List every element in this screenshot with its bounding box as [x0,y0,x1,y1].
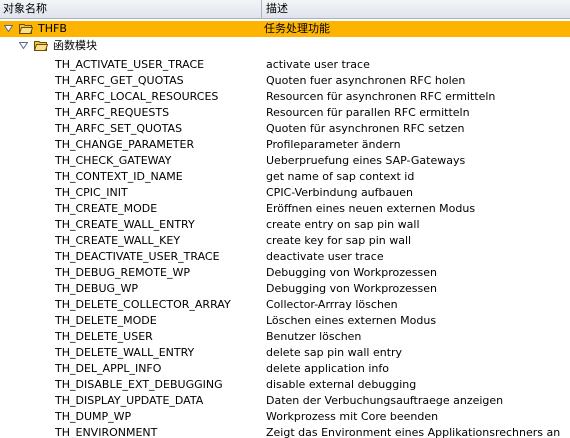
column-header-name[interactable]: 对象名称 [0,0,262,18]
function-module-name: TH_CREATE_WALL_KEY [55,234,181,247]
function-module-description: Quoten für asynchronen RFC setzen [266,122,465,135]
function-module-name: TH_ENVIRONMENT [55,426,158,438]
tree-leaf-row[interactable]: TH_CHANGE_PARAMETER Profileparameter änd… [0,137,570,153]
tree-leaf-row[interactable]: TH_DELETE_COLLECTOR_ARRAY Collector-Arrr… [0,297,570,313]
tree-leaf-row[interactable]: TH_DELETE_USER Benutzer löschen [0,329,570,345]
tree-leaf-row[interactable]: TH_ACTIVATE_USER_TRACE activate user tra… [0,57,570,73]
function-module-description: delete application info [266,362,389,375]
folder-open-icon [19,24,33,34]
tree-leaf-row[interactable]: TH_DISABLE_EXT_DEBUGGING disable externa… [0,377,570,393]
function-module-description: Collector-Arrray löschen [266,298,398,311]
function-module-name: TH_DEACTIVATE_USER_TRACE [55,250,220,263]
function-module-name: TH_DELETE_COLLECTOR_ARRAY [55,298,231,311]
function-module-description: Quoten fuer asynchronen RFC holen [266,74,466,87]
tree-leaf-row[interactable]: TH_DEBUG_REMOTE_WP Debugging von Workpro… [0,265,570,281]
function-module-name: TH_DEBUG_WP [55,282,139,295]
function-module-description: Debugging von Workprozessen [266,266,437,279]
function-module-name: TH_CHANGE_PARAMETER [55,138,195,151]
function-module-description: Resourcen für asynchronen RFC ermitteln [266,90,496,103]
function-module-description: create key for sap pin wall [266,234,412,247]
function-module-name: TH_DELETE_WALL_ENTRY [55,346,195,359]
function-module-description: activate user trace [266,58,370,71]
expand-triangle-icon[interactable] [4,25,13,32]
function-module-name: TH_DEL_APPL_INFO [55,362,162,375]
function-module-description: deactivate user trace [266,250,384,263]
function-module-description: delete sap pin wall entry [266,346,403,359]
tree-leaf-row[interactable]: TH_DELETE_MODE Löschen eines externen Mo… [0,313,570,329]
column-header-description[interactable]: 描述 [263,0,570,18]
function-module-name: TH_CONTEXT_ID_NAME [55,170,183,183]
function-module-name: TH_CHECK_GATEWAY [55,154,172,167]
tree-leaf-row[interactable]: TH_CHECK_GATEWAY Ueberpruefung eines SAP… [0,153,570,169]
tree-leaf-row[interactable]: TH_CREATE_WALL_ENTRY create entry on sap… [0,217,570,233]
tree-leaf-row[interactable]: TH_DEACTIVATE_USER_TRACE deactivate user… [0,249,570,265]
root-node-description: 任务处理功能 [264,22,330,35]
tree-leaf-row[interactable]: TH_CREATE_MODE Eröffnen eines neuen exte… [0,201,570,217]
function-module-name: TH_DUMP_WP [55,410,132,423]
function-module-name: TH_DELETE_MODE [55,314,157,327]
tree-leaf-row[interactable]: TH_ENVIRONMENT Zeigt das Environment ein… [0,425,570,438]
function-module-name: TH_ARFC_GET_QUOTAS [55,74,184,87]
function-module-description: Workprozess mit Core beenden [266,410,439,423]
function-module-name: TH_CREATE_MODE [55,202,158,215]
tree-leaf-row[interactable]: TH_DEL_APPL_INFO delete application info [0,361,570,377]
tree-leaf-row[interactable]: TH_CPIC_INIT CPIC-Verbindung aufbauen [0,185,570,201]
folder-open-icon [34,41,48,51]
function-module-description: Resourcen für parallen RFC ermitteln [266,106,470,119]
function-module-description: CPIC-Verbindung aufbauen [266,186,413,199]
function-module-name: TH_ARFC_LOCAL_RESOURCES [55,90,219,103]
function-module-name: TH_ARFC_REQUESTS [55,106,170,119]
function-module-name: TH_DISABLE_EXT_DEBUGGING [55,378,223,391]
function-module-name: TH_CREATE_WALL_ENTRY [55,218,195,231]
function-module-description: Ueberpruefung eines SAP-Gateways [266,154,466,167]
tree-leaf-row[interactable]: TH_ARFC_LOCAL_RESOURCES Resourcen für as… [0,89,570,105]
expand-triangle-icon[interactable] [19,42,28,49]
tree-leaf-row[interactable]: TH_DISPLAY_UPDATE_DATA Daten der Verbuch… [0,393,570,409]
tree-node-root[interactable]: THFB 任务处理功能 [0,21,570,37]
tree-leaf-row[interactable]: TH_DUMP_WP Workprozess mit Core beenden [0,409,570,425]
function-module-name: TH_ARFC_SET_QUOTAS [55,122,183,135]
function-module-description: get name of sap context id [266,170,415,183]
object-tree: 对象名称 描述 THFB 任务处理功能 函数模块 TH_ACTIVATE_USE… [0,0,570,438]
tree-leaf-row[interactable]: TH_CONTEXT_ID_NAME get name of sap conte… [0,169,570,185]
function-module-name: TH_DISPLAY_UPDATE_DATA [55,394,204,407]
function-module-description: create entry on sap pin wall [266,218,420,231]
function-module-description: Eröffnen eines neuen externen Modus [266,202,476,215]
function-module-name: TH_ACTIVATE_USER_TRACE [55,58,205,71]
tree-leaf-row[interactable]: TH_ARFC_SET_QUOTAS Quoten für asynchrone… [0,121,570,137]
tree-leaf-row[interactable]: TH_DELETE_WALL_ENTRY delete sap pin wall… [0,345,570,361]
function-module-description: Benutzer löschen [266,330,362,343]
group-node-label: 函数模块 [53,39,97,52]
tree-leaf-row[interactable]: TH_DEBUG_WP Debugging von Workprozessen [0,281,570,297]
tree-leaf-row[interactable]: TH_ARFC_REQUESTS Resourcen für parallen … [0,105,570,121]
tree-leaf-row[interactable]: TH_CREATE_WALL_KEY create key for sap pi… [0,233,570,249]
tree-leaf-row[interactable]: TH_ARFC_GET_QUOTAS Quoten fuer asynchron… [0,73,570,89]
function-module-description: Löschen eines externen Modus [266,314,437,327]
function-module-name: TH_CPIC_INIT [55,186,128,199]
function-module-description: Debugging von Workprozessen [266,282,437,295]
tree-node-function-modules[interactable]: 函数模块 [0,38,570,54]
root-node-label: THFB [38,22,67,35]
function-module-description: Profileparameter ändern [266,138,401,151]
function-module-description: Zeigt das Environment eines Applikations… [266,426,561,438]
function-module-description: disable external debugging [266,378,417,391]
column-header: 对象名称 描述 [0,0,570,19]
function-module-description: Daten der Verbuchungsauftraege anzeigen [266,394,504,407]
function-module-name: TH_DELETE_USER [55,330,153,343]
function-module-name: TH_DEBUG_REMOTE_WP [55,266,190,279]
